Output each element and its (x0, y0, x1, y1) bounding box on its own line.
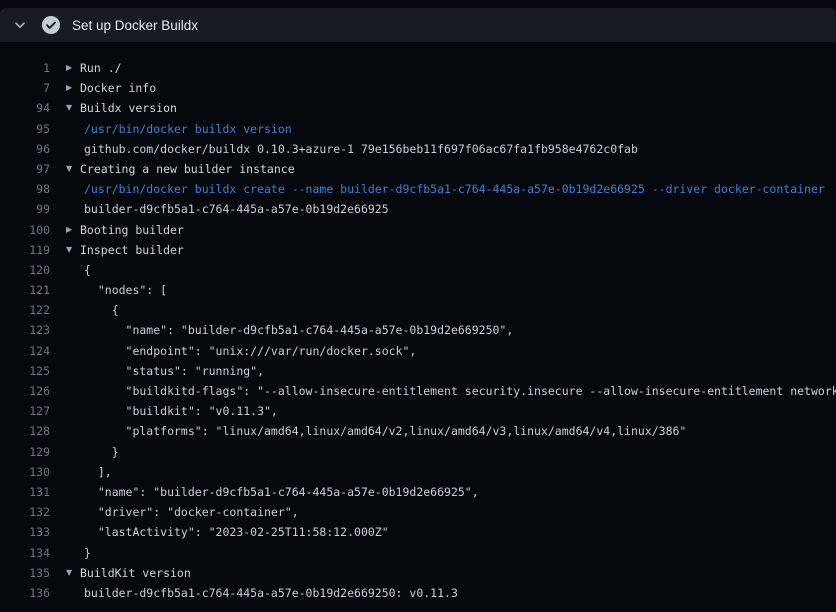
log-line: 99 builder-d9cfb5a1-c764-445a-a57e-0b19d2… (0, 199, 836, 219)
line-number[interactable]: 133 (0, 522, 50, 542)
log-line[interactable]: 119 ▼Inspect builder (0, 240, 836, 260)
line-number[interactable]: 119 (0, 240, 50, 260)
output-text: builder-d9cfb5a1-c764-445a-a57e-0b19d2e6… (84, 583, 458, 603)
line-number[interactable]: 96 (0, 139, 50, 159)
output-text: "name": "builder-d9cfb5a1-c764-445a-a57e… (84, 482, 479, 502)
line-number[interactable]: 121 (0, 280, 50, 300)
group-title: Inspect builder (80, 240, 184, 260)
output-text: "name": "builder-d9cfb5a1-c764-445a-a57e… (84, 320, 513, 340)
output-text: builder-d9cfb5a1-c764-445a-a57e-0b19d2e6… (84, 199, 389, 219)
group-title: Creating a new builder instance (80, 159, 295, 179)
log-line[interactable]: 94 ▼Buildx version (0, 98, 836, 118)
line-number[interactable]: 127 (0, 401, 50, 421)
line-number[interactable]: 123 (0, 320, 50, 340)
log-line[interactable]: 7 ▶Docker info (0, 78, 836, 98)
triangle-down-icon[interactable]: ▼ (66, 98, 80, 118)
line-number[interactable]: 136 (0, 583, 50, 603)
line-number[interactable]: 95 (0, 119, 50, 139)
triangle-down-icon[interactable]: ▼ (66, 159, 80, 179)
group-title: BuildKit version (80, 563, 191, 583)
output-text: "lastActivity": "2023-02-25T11:58:12.000… (84, 522, 389, 542)
log-line: 96 github.com/docker/buildx 0.10.3+azure-… (0, 139, 836, 159)
line-number[interactable]: 135 (0, 563, 50, 583)
log-viewer: 1▶Run ./7▶Docker info94▼Buildx version95… (0, 42, 836, 603)
log-line[interactable]: 97 ▼Creating a new builder instance (0, 159, 836, 179)
log-line: 125 "status": "running", (0, 361, 836, 381)
log-line[interactable]: 1 ▶Run ./ (0, 58, 836, 78)
output-text: github.com/docker/buildx 0.10.3+azure-1 … (84, 139, 638, 159)
output-text: "driver": "docker-container", (84, 502, 299, 522)
log-line: 134} (0, 543, 836, 563)
line-number[interactable]: 99 (0, 199, 50, 219)
line-number[interactable]: 122 (0, 300, 50, 320)
output-text: "status": "running", (84, 361, 264, 381)
log-line: 133 "lastActivity": "2023-02-25T11:58:12… (0, 522, 836, 542)
triangle-right-icon[interactable]: ▶ (66, 78, 80, 98)
triangle-right-icon[interactable]: ▶ (66, 220, 80, 240)
log-line: 130 ], (0, 462, 836, 482)
log-line: 126 "buildkitd-flags": "--allow-insecure… (0, 381, 836, 401)
output-text: ], (84, 462, 112, 482)
output-text: "platforms": "linux/amd64,linux/amd64/v2… (84, 421, 686, 441)
log-line[interactable]: 135 ▼BuildKit version (0, 563, 836, 583)
log-line[interactable]: 100 ▶Booting builder (0, 220, 836, 240)
line-number[interactable]: 100 (0, 220, 50, 240)
output-text: { (84, 260, 91, 280)
log-line: 129 } (0, 442, 836, 462)
log-line: 132 "driver": "docker-container", (0, 502, 836, 522)
log-line: 131 "name": "builder-d9cfb5a1-c764-445a-… (0, 482, 836, 502)
line-number[interactable]: 94 (0, 98, 50, 118)
output-text: "nodes": [ (84, 280, 167, 300)
command-text: /usr/bin/docker buildx create --name bui… (84, 179, 825, 199)
line-number[interactable]: 132 (0, 502, 50, 522)
step-header[interactable]: Set up Docker Buildx (0, 8, 836, 42)
group-title: Booting builder (80, 220, 184, 240)
output-text: { (84, 300, 119, 320)
log-line: 98/usr/bin/docker buildx create --name b… (0, 179, 836, 199)
log-line: 122 { (0, 300, 836, 320)
log-line: 95/usr/bin/docker buildx version (0, 119, 836, 139)
triangle-right-icon[interactable]: ▶ (66, 58, 80, 78)
log-line: 136 builder-d9cfb5a1-c764-445a-a57e-0b19d… (0, 583, 836, 603)
output-text: } (84, 543, 91, 563)
line-number[interactable]: 124 (0, 341, 50, 361)
log-line: 123 "name": "builder-d9cfb5a1-c764-445a-… (0, 320, 836, 340)
command-text: /usr/bin/docker buildx version (84, 119, 292, 139)
log-line: 128 "platforms": "linux/amd64,linux/amd6… (0, 421, 836, 441)
line-number[interactable]: 98 (0, 179, 50, 199)
group-title: Run ./ (80, 58, 122, 78)
line-number[interactable]: 130 (0, 462, 50, 482)
step-title: Set up Docker Buildx (72, 18, 198, 33)
line-number[interactable]: 1 (0, 58, 50, 78)
line-number[interactable]: 128 (0, 421, 50, 441)
log-line: 121 "nodes": [ (0, 280, 836, 300)
line-number[interactable]: 7 (0, 78, 50, 98)
triangle-down-icon[interactable]: ▼ (66, 563, 80, 583)
line-number[interactable]: 120 (0, 260, 50, 280)
output-text: "buildkit": "v0.11.3", (84, 401, 278, 421)
log-line: 127 "buildkit": "v0.11.3", (0, 401, 836, 421)
line-number[interactable]: 125 (0, 361, 50, 381)
line-number[interactable]: 129 (0, 442, 50, 462)
line-number[interactable]: 131 (0, 482, 50, 502)
output-text: "endpoint": "unix:///var/run/docker.sock… (84, 341, 416, 361)
output-text: } (84, 442, 119, 462)
group-title: Docker info (80, 78, 156, 98)
chevron-down-icon[interactable] (13, 18, 27, 32)
line-number[interactable]: 97 (0, 159, 50, 179)
check-circle-icon (42, 16, 60, 34)
output-text: "buildkitd-flags": "--allow-insecure-ent… (84, 381, 836, 401)
line-number[interactable]: 126 (0, 381, 50, 401)
triangle-down-icon[interactable]: ▼ (66, 240, 80, 260)
line-number[interactable]: 134 (0, 543, 50, 563)
log-line: 120 { (0, 260, 836, 280)
log-line: 124 "endpoint": "unix:///var/run/docker.… (0, 341, 836, 361)
group-title: Buildx version (80, 98, 177, 118)
